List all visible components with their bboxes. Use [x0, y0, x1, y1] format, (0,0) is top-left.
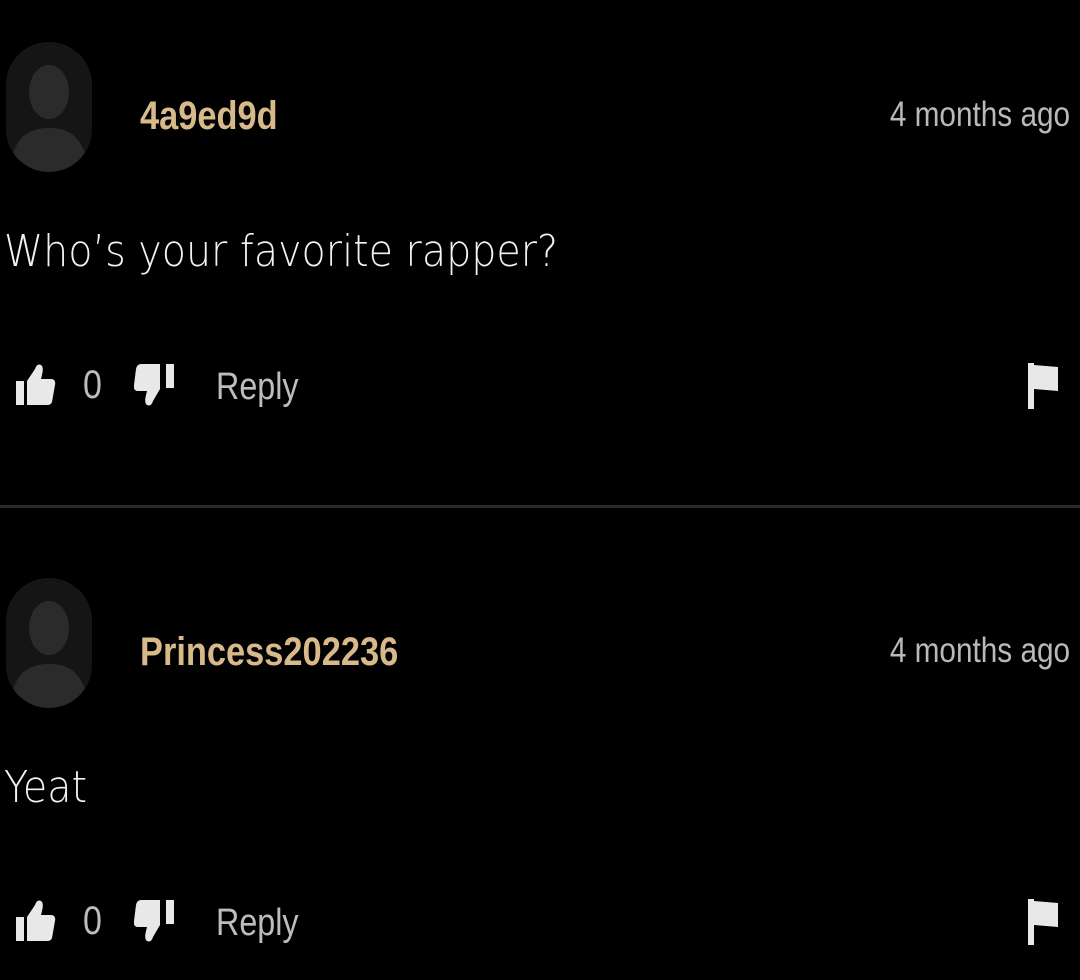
comment-timestamp: 4 months ago [889, 631, 1070, 670]
flag-icon[interactable] [1026, 361, 1060, 411]
comment-item: Princess202236 4 months ago Yeat 0 Reply [0, 536, 1080, 976]
thumbs-up-icon[interactable] [16, 899, 56, 943]
comment-actions: 0 Reply [0, 891, 1080, 955]
avatar[interactable] [6, 578, 92, 708]
avatar[interactable] [6, 42, 92, 172]
like-count: 0 [83, 899, 102, 943]
thumbs-down-icon[interactable] [134, 361, 176, 407]
default-avatar-icon [6, 42, 92, 172]
comment-text: Yeat [4, 762, 88, 813]
default-avatar-icon [6, 578, 92, 708]
comment-timestamp: 4 months ago [889, 95, 1070, 134]
comment-actions: 0 Reply [0, 355, 1080, 419]
thumbs-up-icon[interactable] [16, 363, 56, 407]
comment-username[interactable]: 4a9ed9d [140, 88, 278, 144]
thumbs-down-icon[interactable] [134, 897, 176, 943]
comment-text: Who’s your favorite rapper? [4, 226, 559, 277]
comment-divider [0, 505, 1080, 508]
like-count: 0 [83, 363, 102, 407]
reply-button[interactable]: Reply [216, 361, 299, 413]
reply-button[interactable]: Reply [216, 897, 299, 949]
comment-item: 4a9ed9d 4 months ago Who’s your favorite… [0, 0, 1080, 440]
comment-username[interactable]: Princess202236 [140, 624, 398, 680]
flag-icon[interactable] [1026, 897, 1060, 947]
